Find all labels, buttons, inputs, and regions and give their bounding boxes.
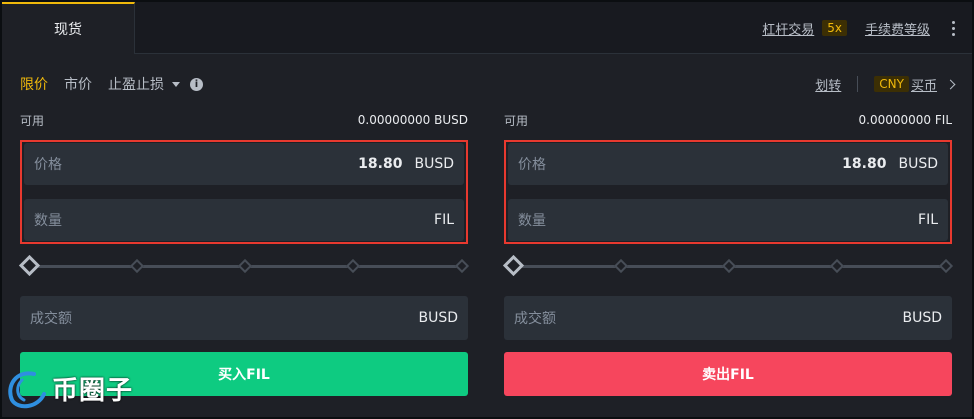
sell-form: 可用 0.00000000 FIL 价格 18.80 BUSD 数量 FIL 成… (502, 112, 954, 396)
slider-step-100[interactable] (454, 258, 470, 274)
slider-handle[interactable] (502, 254, 525, 277)
slider-step-50[interactable] (721, 258, 737, 274)
chevron-right-icon[interactable] (945, 79, 956, 89)
sell-highlight-box: 价格 18.80 BUSD 数量 FIL (504, 140, 952, 244)
amount-unit: FIL (918, 212, 938, 228)
watermark-logo-icon (8, 371, 46, 409)
buy-percent-slider[interactable] (18, 254, 470, 277)
sell-total-input[interactable]: 成交额 BUSD (504, 296, 952, 340)
trade-panel: 现货 杠杆交易 5x 手续费等级 限价 市价 止盈止损 i 划转 CNY 买币 … (2, 2, 972, 417)
slider-step-75[interactable] (345, 258, 361, 274)
sell-amount-input[interactable]: 数量 FIL (508, 199, 948, 241)
slider-step-75[interactable] (829, 258, 845, 274)
price-value[interactable]: 18.80 (358, 156, 402, 172)
sell-available-row: 可用 0.00000000 FIL (504, 112, 952, 128)
info-icon[interactable]: i (190, 77, 203, 91)
more-vertical-icon[interactable] (946, 20, 960, 36)
amount-unit: FIL (434, 212, 454, 228)
order-type-tabs: 限价 市价 止盈止损 i (20, 72, 203, 96)
tab-stop-limit[interactable]: 止盈止损 (108, 74, 164, 94)
slider-handle[interactable] (18, 254, 41, 277)
total-unit: BUSD (418, 310, 458, 326)
slider-step-25[interactable] (129, 258, 145, 274)
buy-price-input[interactable]: 价格 18.80 BUSD (24, 143, 464, 185)
available-label: 可用 (504, 113, 529, 128)
total-label: 成交额 (30, 311, 72, 327)
watermark: 币圈子 (4, 360, 133, 416)
slider-step-50[interactable] (237, 258, 253, 274)
header-actions: 杠杆交易 5x 手续费等级 (762, 2, 960, 54)
watermark-text: 币圈子 (52, 375, 134, 406)
total-unit: BUSD (902, 310, 942, 326)
price-label: 价格 (518, 157, 546, 173)
price-unit: BUSD (414, 156, 454, 172)
price-label: 价格 (34, 157, 62, 173)
total-label: 成交额 (514, 311, 556, 327)
leverage-badge: 5x (822, 20, 847, 36)
currency-badge: CNY (874, 76, 909, 92)
available-label: 可用 (20, 113, 45, 128)
sell-button[interactable]: 卖出FIL (504, 352, 952, 396)
buy-crypto-link[interactable]: 买币 (911, 75, 937, 94)
top-right-actions: 划转 CNY 买币 (815, 72, 956, 96)
panel-header: 现货 杠杆交易 5x 手续费等级 (2, 2, 972, 54)
fee-level-link[interactable]: 手续费等级 (865, 19, 930, 38)
buy-amount-input[interactable]: 数量 FIL (24, 199, 464, 241)
tab-limit[interactable]: 限价 (20, 74, 48, 94)
available-amount: 0.00000000 BUSD (357, 113, 468, 127)
sell-percent-slider[interactable] (502, 254, 954, 277)
price-unit: BUSD (898, 156, 938, 172)
margin-trade-link[interactable]: 杠杆交易 (762, 19, 814, 38)
amount-label: 数量 (34, 213, 62, 229)
tab-spot[interactable]: 现货 (2, 2, 135, 54)
buy-total-input[interactable]: 成交额 BUSD (20, 296, 468, 340)
transfer-link[interactable]: 划转 (815, 75, 841, 94)
divider (857, 76, 859, 92)
available-amount: 0.00000000 FIL (858, 113, 952, 127)
buy-highlight-box: 价格 18.80 BUSD 数量 FIL (20, 140, 468, 244)
buy-form: 可用 0.00000000 BUSD 价格 18.80 BUSD 数量 FIL (18, 112, 470, 396)
slider-step-25[interactable] (613, 258, 629, 274)
chevron-down-icon[interactable] (172, 81, 180, 87)
buy-available-row: 可用 0.00000000 BUSD (20, 112, 468, 128)
tab-market[interactable]: 市价 (64, 74, 92, 94)
amount-label: 数量 (518, 213, 546, 229)
slider-step-100[interactable] (938, 258, 954, 274)
price-value[interactable]: 18.80 (842, 156, 886, 172)
sell-price-input[interactable]: 价格 18.80 BUSD (508, 143, 948, 185)
